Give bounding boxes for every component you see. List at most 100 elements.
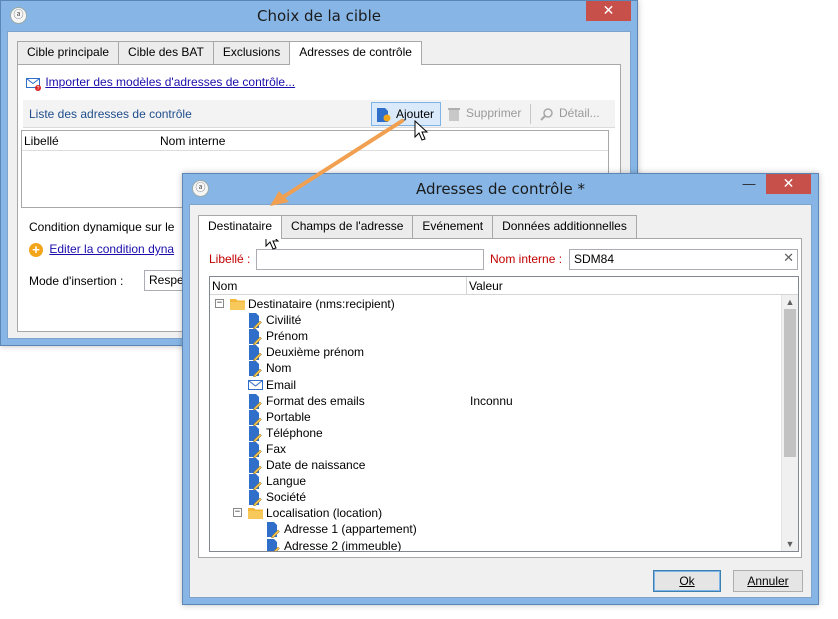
tree-row-label: Adresse 1 (appartement) (284, 522, 417, 537)
tree-row-label: Civilité (266, 313, 302, 328)
column-value[interactable]: Valeur (469, 279, 503, 293)
tab-recipient[interactable]: Destinataire (198, 215, 283, 239)
tree-row[interactable]: Société (210, 489, 781, 507)
document-edit-icon (248, 474, 262, 491)
tree-row-label: Format des emails (266, 393, 365, 408)
tree-row[interactable]: Adresse 1 (appartement) (210, 521, 781, 539)
collapse-toggle-icon[interactable]: − (215, 299, 224, 308)
delete-button-label: Supprimer (466, 106, 522, 120)
tree-row-label: Date de naissance (266, 458, 366, 472)
document-edit-icon (248, 490, 262, 507)
clear-icon[interactable]: ✕ (783, 251, 794, 266)
import-addresses-link[interactable]: Importer des modèles d'adresses de contr… (45, 75, 295, 89)
tree-row[interactable]: Nom (210, 360, 781, 378)
scroll-thumb[interactable] (784, 309, 796, 457)
document-edit-icon (266, 522, 280, 539)
trash-icon (447, 106, 461, 121)
tree-header: Nom Valeur (210, 277, 798, 295)
tree-row[interactable]: Deuxième prénom (210, 344, 781, 362)
detail-button[interactable]: Détail... (535, 102, 606, 126)
tree-row-label: Email (266, 377, 297, 392)
ok-button[interactable]: Ok (653, 570, 721, 592)
tab-seed-addresses[interactable]: Adresses de contrôle (289, 41, 422, 65)
seed-address-window: ⓐ Adresses de contrôle * — ✕ Destinatair… (182, 173, 819, 605)
tree-row[interactable]: − Destinataire (nms:recipient) (210, 296, 781, 312)
ok-button-label: Ok (679, 574, 695, 588)
document-edit-icon (248, 409, 262, 427)
import-envelope-icon: ? (26, 77, 42, 92)
insertion-mode-label: Mode d'insertion : (29, 274, 124, 288)
condition-label: Condition dynamique sur le (29, 220, 175, 234)
tree-row[interactable]: Langue (210, 473, 781, 491)
tree-row[interactable]: Portable (210, 409, 781, 427)
document-edit-icon (266, 538, 280, 551)
document-edit-icon (248, 313, 262, 330)
grid-header: Libellé Nom interne (22, 131, 608, 151)
toolbar-separator (530, 104, 531, 124)
document-edit-icon (248, 458, 262, 475)
envelope-icon (248, 378, 263, 392)
tree-row[interactable]: Téléphone (210, 425, 781, 443)
tree-row-label: Fax (266, 441, 287, 456)
document-edit-icon (248, 345, 262, 362)
libelle-label: Libellé : (209, 252, 251, 266)
tree-row-value: Inconnu (470, 393, 513, 408)
recipient-tree: Nom Valeur − Destinataire (nms:recipient)… (209, 276, 799, 552)
tree-row-label: Localisation (location) (266, 506, 383, 521)
cancel-button[interactable]: Annuler (733, 570, 803, 592)
column-libelle[interactable]: Libellé (24, 134, 59, 148)
magnifier-icon (540, 106, 554, 121)
tree-row-label: Nom (266, 361, 292, 376)
tab-event[interactable]: Evénement (412, 215, 494, 238)
folder-icon (248, 506, 263, 520)
tab-proof-target[interactable]: Cible des BAT (118, 41, 214, 64)
recipient-panel: Libellé : Nom interne : SDM84 ✕ Nom Vale… (198, 238, 802, 558)
tree-row-label: Deuxième prénom (266, 345, 365, 360)
window-title: Choix de la cible (257, 7, 381, 25)
tree-row-label: Téléphone (266, 425, 323, 440)
libelle-input[interactable] (256, 249, 484, 270)
tab-exclusions[interactable]: Exclusions (212, 41, 291, 64)
recipient-tabs: Destinataire Champs de l'adresse Evéneme… (198, 215, 637, 239)
delete-button[interactable]: Supprimer (442, 102, 527, 126)
close-button[interactable]: ✕ (586, 1, 631, 21)
document-edit-icon (248, 425, 262, 443)
mouse-cursor-icon (414, 120, 429, 141)
document-edit-icon (248, 329, 262, 346)
tree-row-label: Portable (266, 409, 311, 424)
svg-text:?: ? (37, 86, 40, 91)
tree-row[interactable]: Civilité (210, 312, 781, 330)
tab-main-target[interactable]: Cible principale (17, 41, 120, 64)
tree-row[interactable]: Format des emails Inconnu (210, 393, 781, 410)
column-internal-name[interactable]: Nom interne (160, 134, 225, 148)
close-button[interactable]: ✕ (766, 174, 811, 194)
list-toolbar: Liste des adresses de contrôle Ajouter S… (23, 100, 615, 128)
tree-scrollbar[interactable]: ▲ ▼ (781, 295, 798, 551)
tree-row-label: Société (266, 490, 307, 505)
document-edit-icon (248, 441, 262, 459)
detail-button-label: Détail... (559, 106, 600, 120)
tree-row[interactable]: − Localisation (location) (210, 505, 781, 521)
collapse-toggle-icon[interactable]: − (233, 508, 242, 518)
window-title: Adresses de contrôle * (415, 180, 586, 198)
scroll-up-arrow[interactable]: ▲ (782, 295, 798, 309)
scroll-down-arrow[interactable]: ▼ (782, 537, 798, 551)
list-title: Liste des adresses de contrôle (29, 107, 192, 121)
tab-additional-data[interactable]: Données additionnelles (492, 215, 637, 238)
tree-row[interactable]: Prénom (210, 328, 781, 346)
target-tabs: Cible principale Cible des BAT Exclusion… (17, 41, 422, 65)
document-edit-icon (248, 361, 262, 378)
internal-name-label: Nom interne : (490, 252, 563, 266)
edit-condition-link[interactable]: Editer la condition dyna (49, 242, 174, 256)
tab-address-fields[interactable]: Champs de l'adresse (281, 215, 414, 238)
add-button[interactable]: Ajouter (371, 102, 442, 126)
minimize-button[interactable]: — (736, 174, 762, 194)
tree-row-label: Langue (266, 474, 307, 489)
internal-name-value: SDM84 (574, 252, 615, 266)
tree-row[interactable]: Adresse 2 (immeuble) (210, 538, 781, 551)
column-name[interactable]: Nom (212, 279, 237, 293)
internal-name-input[interactable]: SDM84 ✕ (569, 249, 798, 270)
tree-row[interactable]: Date de naissance (210, 457, 781, 475)
tree-row[interactable]: Email (210, 377, 781, 393)
tree-row[interactable]: Fax (210, 441, 781, 459)
